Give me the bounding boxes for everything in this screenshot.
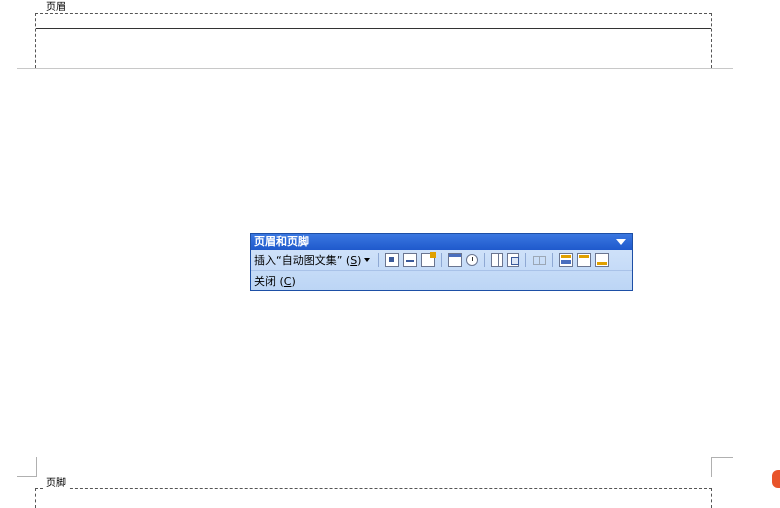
separator	[484, 253, 486, 267]
separator	[441, 253, 443, 267]
show-previous-icon[interactable]	[577, 253, 592, 267]
insert-autotext-caret-icon[interactable]	[364, 258, 371, 262]
toolbar-row-2: 关闭 (C)	[251, 271, 632, 291]
toolbar-title-bar[interactable]: 页眉和页脚	[251, 234, 632, 250]
header-area[interactable]	[35, 13, 712, 69]
separator	[378, 253, 380, 267]
insert-page-number-icon[interactable]	[385, 253, 400, 267]
show-hide-document-text-icon[interactable]	[507, 253, 520, 267]
watermark-logo	[772, 470, 780, 488]
separator	[552, 253, 554, 267]
close-button[interactable]: 关闭 (C)	[254, 273, 296, 289]
link-to-previous-icon[interactable]	[532, 253, 547, 267]
footer-area-label: 页脚	[44, 478, 68, 489]
toolbar-row-1: 插入“自动图文集” (S)	[251, 250, 632, 271]
page-edge	[17, 68, 733, 69]
insert-page-count-icon[interactable]	[403, 253, 418, 267]
insert-time-icon[interactable]	[466, 254, 479, 266]
show-next-icon[interactable]	[595, 253, 610, 267]
toolbar-title: 页眉和页脚	[254, 235, 309, 248]
insert-autotext-button[interactable]: 插入“自动图文集” (S)	[254, 252, 361, 268]
switch-header-footer-icon[interactable]	[559, 253, 574, 267]
insert-date-icon[interactable]	[448, 253, 463, 267]
footer-area[interactable]	[35, 488, 712, 508]
crop-mark-bottom-right	[711, 457, 733, 477]
crop-mark-bottom-left	[17, 457, 37, 477]
page-setup-icon[interactable]	[491, 253, 504, 267]
toolbar-options-dropdown-icon[interactable]	[616, 239, 626, 245]
header-rule	[36, 28, 711, 29]
header-area-label: 页眉	[44, 2, 68, 13]
separator	[525, 253, 527, 267]
format-page-number-icon[interactable]	[421, 252, 437, 267]
header-footer-toolbar[interactable]: 页眉和页脚 插入“自动图文集” (S) 关闭 (C)	[250, 233, 633, 291]
